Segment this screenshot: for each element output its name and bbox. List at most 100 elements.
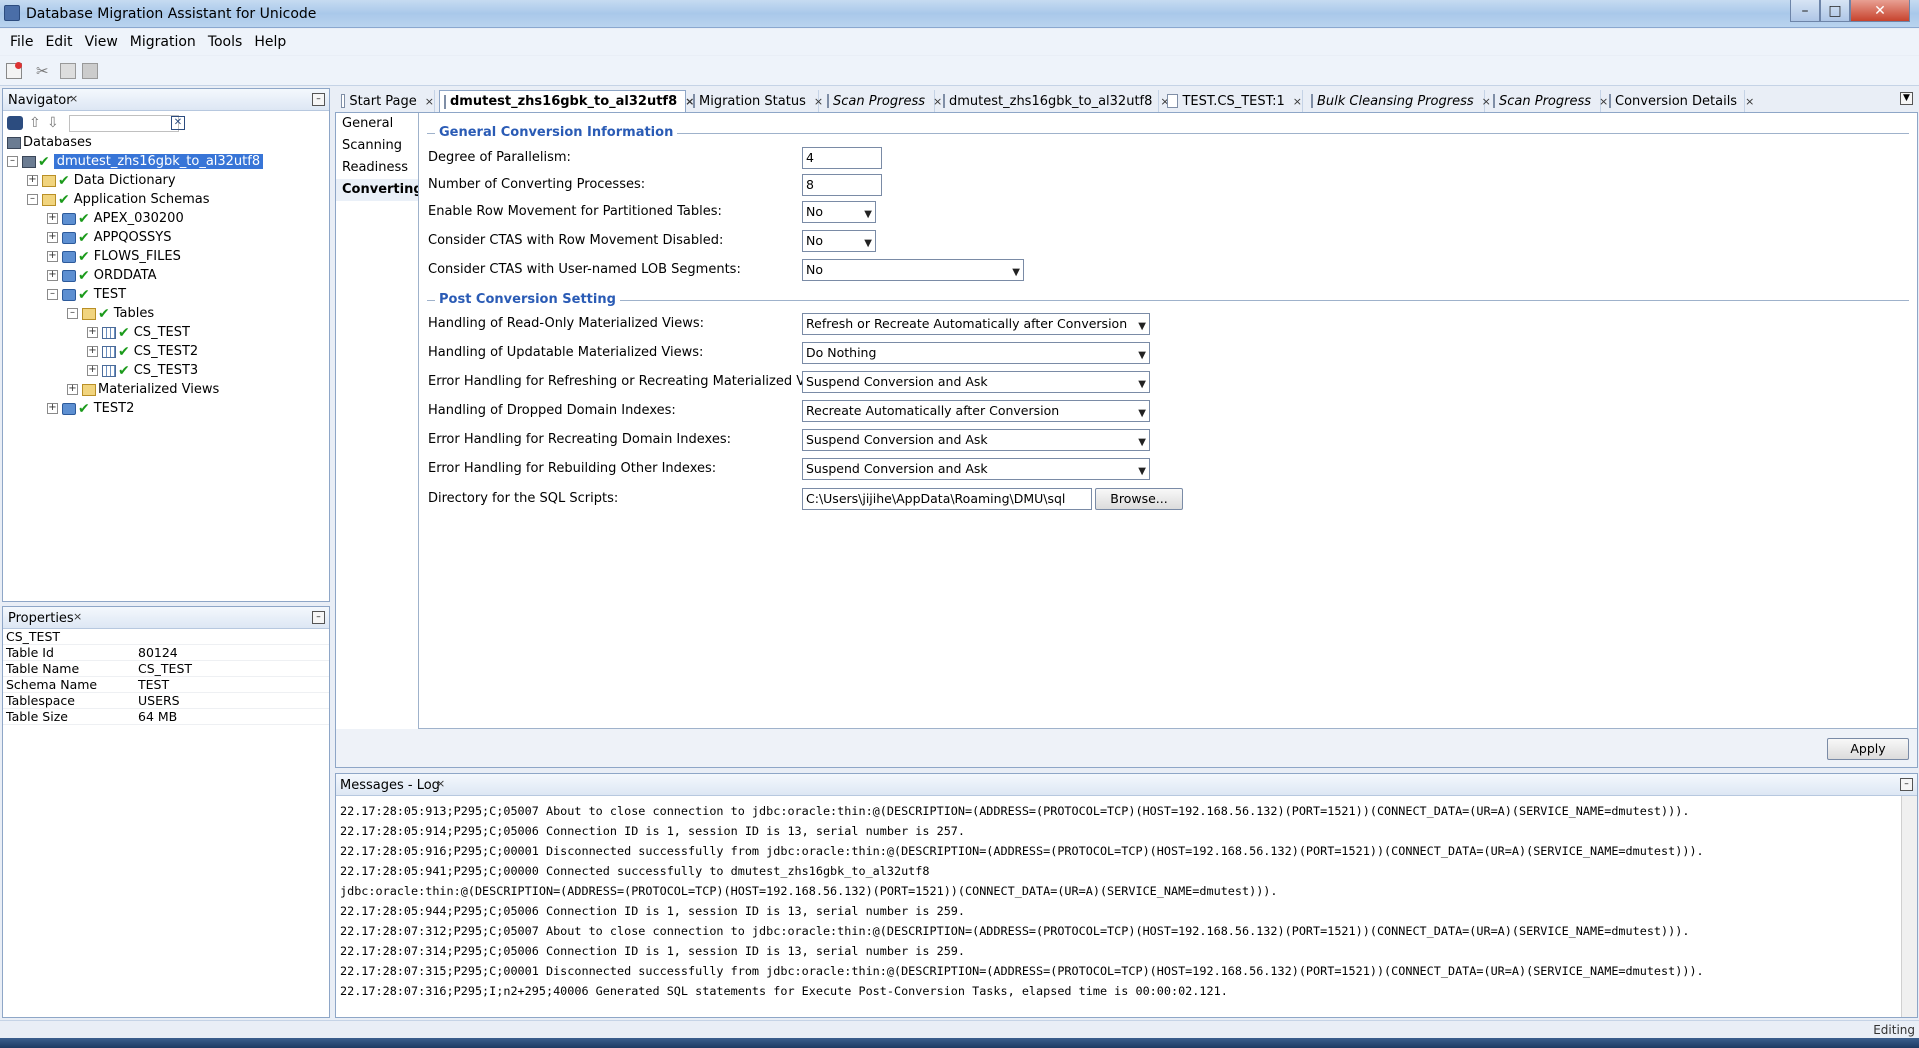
tab-scan-progress[interactable]: Scan Progress × [823, 90, 942, 112]
browse-button[interactable]: Browse... [1095, 488, 1183, 510]
properties-close-icon[interactable]: × [73, 610, 82, 623]
tab-bulk-cleansing-progress[interactable]: Bulk Cleansing Progress × [1307, 90, 1491, 112]
lob-select[interactable]: No ▼ [802, 259, 1024, 281]
processes-input[interactable]: 8 [802, 174, 882, 196]
page-icon [943, 94, 945, 108]
err-mv-select[interactable]: Suspend Conversion and Ask ▼ [802, 371, 1150, 393]
clear-filter-icon[interactable]: ✕ [171, 116, 185, 130]
properties-minimize-icon[interactable]: – [312, 611, 325, 624]
connection-properties-editor: General Scanning Readiness Converting Ge… [335, 112, 1918, 768]
properties-object: CS_TEST [3, 629, 329, 645]
tree-node-table[interactable]: + ✔ CS_TEST3 [87, 361, 198, 380]
tree-node-table[interactable]: + ✔ CS_TEST [87, 323, 190, 342]
tree-node-connection[interactable]: – ✔ dmutest_zhs16gbk_to_al32utf8 [7, 152, 264, 171]
new-connection-icon[interactable] [6, 62, 22, 79]
expand-icon[interactable]: + [87, 365, 98, 376]
menu-view[interactable]: View [85, 34, 118, 50]
tree-databases[interactable]: Databases [7, 133, 92, 152]
tab-table-cs-test[interactable]: TEST.CS_TEST:1 × [1163, 90, 1303, 112]
expand-icon[interactable]: + [27, 175, 38, 186]
expand-icon[interactable]: + [47, 213, 58, 224]
err-other-select[interactable]: Suspend Conversion and Ask ▼ [802, 458, 1150, 480]
tab-migration-status[interactable]: Migration Status × [689, 90, 823, 112]
navigator-filter-input[interactable] [69, 115, 179, 132]
collapse-icon[interactable]: – [27, 194, 38, 205]
ctas-select[interactable]: No ▼ [802, 230, 876, 252]
sidenav-scanning[interactable]: Scanning [336, 135, 418, 157]
collapse-icon[interactable]: – [7, 156, 18, 167]
navigator-tree: ⇧ ⇩ ✕ Databases – ✔ dmutest_zhs16gbk_to_al… [3, 111, 329, 601]
tab-start-page[interactable]: Start Page × [337, 90, 435, 112]
expand-icon[interactable]: + [87, 327, 98, 338]
close-button[interactable]: ✕ [1850, 0, 1910, 22]
folder-icon [42, 193, 56, 206]
tree-node-schema[interactable]: + ✔ APEX_030200 [47, 209, 184, 228]
tab-conversion-details[interactable]: Conversion Details × [1605, 90, 1754, 112]
tab-close-icon[interactable]: × [814, 95, 823, 108]
up-mv-select[interactable]: Do Nothing ▼ [802, 342, 1150, 364]
menu-migration[interactable]: Migration [130, 34, 196, 50]
properties-side-nav: General Scanning Readiness Converting [336, 113, 423, 728]
tree-node-materialized-views[interactable]: + Materialized Views [67, 380, 219, 399]
minimize-button[interactable]: – [1790, 0, 1820, 22]
dom-idx-label: Handling of Dropped Domain Indexes: [428, 403, 676, 418]
parallelism-input[interactable]: 4 [802, 147, 882, 169]
schema-icon [62, 269, 76, 282]
expand-icon[interactable]: + [67, 384, 78, 395]
tree-node-schema[interactable]: + ✔ ORDDATA [47, 266, 157, 285]
tree-node-schema[interactable]: + ✔ TEST2 [47, 399, 134, 418]
sql-dir-input[interactable]: C:\Users\jijihe\AppData\Roaming\DMU\sql [802, 488, 1092, 510]
tree-node-tables[interactable]: – ✔ Tables [67, 304, 154, 323]
tab-close-icon[interactable]: × [425, 95, 434, 108]
log-line: 22.17:28:07:314;P295;C;05006 Connection … [340, 944, 966, 958]
ro-mv-select[interactable]: Refresh or Recreate Automatically after … [802, 313, 1150, 335]
menu-edit[interactable]: Edit [45, 34, 72, 50]
collapse-icon[interactable]: – [67, 308, 78, 319]
tree-node-schema[interactable]: + ✔ FLOWS_FILES [47, 247, 181, 266]
menu-file[interactable]: File [10, 34, 33, 50]
row-movement-select[interactable]: No ▼ [802, 201, 876, 223]
sidenav-readiness[interactable]: Readiness [336, 157, 418, 179]
sidenav-general[interactable]: General [336, 113, 418, 135]
messages-minimize-icon[interactable]: – [1900, 778, 1913, 791]
tab-scan-progress-2[interactable]: Scan Progress × [1489, 90, 1608, 112]
navigator-minimize-icon[interactable]: – [312, 93, 325, 106]
expand-icon[interactable]: + [87, 346, 98, 357]
tab-close-icon[interactable]: × [1293, 95, 1302, 108]
apply-button[interactable]: Apply [1827, 738, 1909, 760]
expand-icon[interactable]: + [47, 403, 58, 414]
expand-icon[interactable]: + [47, 232, 58, 243]
dom-idx-select[interactable]: Recreate Automatically after Conversion ▼ [802, 400, 1150, 422]
tab-list-icon[interactable]: ▼ [1900, 92, 1913, 105]
table-icon [102, 364, 116, 377]
check-icon: ✔ [118, 343, 130, 360]
collapse-icon[interactable]: – [47, 289, 58, 300]
tree-node-schema-test[interactable]: – ✔ TEST [47, 285, 126, 304]
arrow-down-icon[interactable]: ⇩ [47, 115, 59, 131]
tree-node-table[interactable]: + ✔ CS_TEST2 [87, 342, 198, 361]
binoculars-icon[interactable] [7, 116, 23, 130]
paste-icon[interactable] [82, 63, 98, 79]
tree-node-schema[interactable]: + ✔ APPQOSSYS [47, 228, 171, 247]
maximize-button[interactable]: □ [1820, 0, 1850, 22]
messages-close-icon[interactable]: × [436, 777, 445, 790]
menu-help[interactable]: Help [254, 34, 286, 50]
tab-close-icon[interactable]: × [1745, 95, 1754, 108]
log-scrollbar[interactable] [1901, 796, 1917, 1017]
tree-node-data-dictionary[interactable]: + ✔ Data Dictionary [27, 171, 176, 190]
menu-tools[interactable]: Tools [208, 34, 243, 50]
tab-connection-settings[interactable]: dmutest_zhs16gbk_to_al32utf8 × [439, 90, 694, 112]
copy-icon[interactable] [60, 63, 76, 79]
section-title: General Conversion Information [435, 125, 678, 140]
navigator-close-icon[interactable]: × [69, 92, 78, 105]
cut-icon[interactable]: ✂ [36, 63, 52, 79]
schema-icon [62, 250, 76, 263]
sidenav-converting[interactable]: Converting [336, 179, 423, 201]
err-dom-select[interactable]: Suspend Conversion and Ask ▼ [802, 429, 1150, 451]
arrow-up-icon[interactable]: ⇧ [29, 115, 41, 131]
post-conversion-section: Post Conversion Setting [427, 292, 1909, 308]
expand-icon[interactable]: + [47, 270, 58, 281]
expand-icon[interactable]: + [47, 251, 58, 262]
tree-node-application-schemas[interactable]: – ✔ Application Schemas [27, 190, 210, 209]
tab-connection[interactable]: dmutest_zhs16gbk_to_al32utf8 × [939, 90, 1170, 112]
